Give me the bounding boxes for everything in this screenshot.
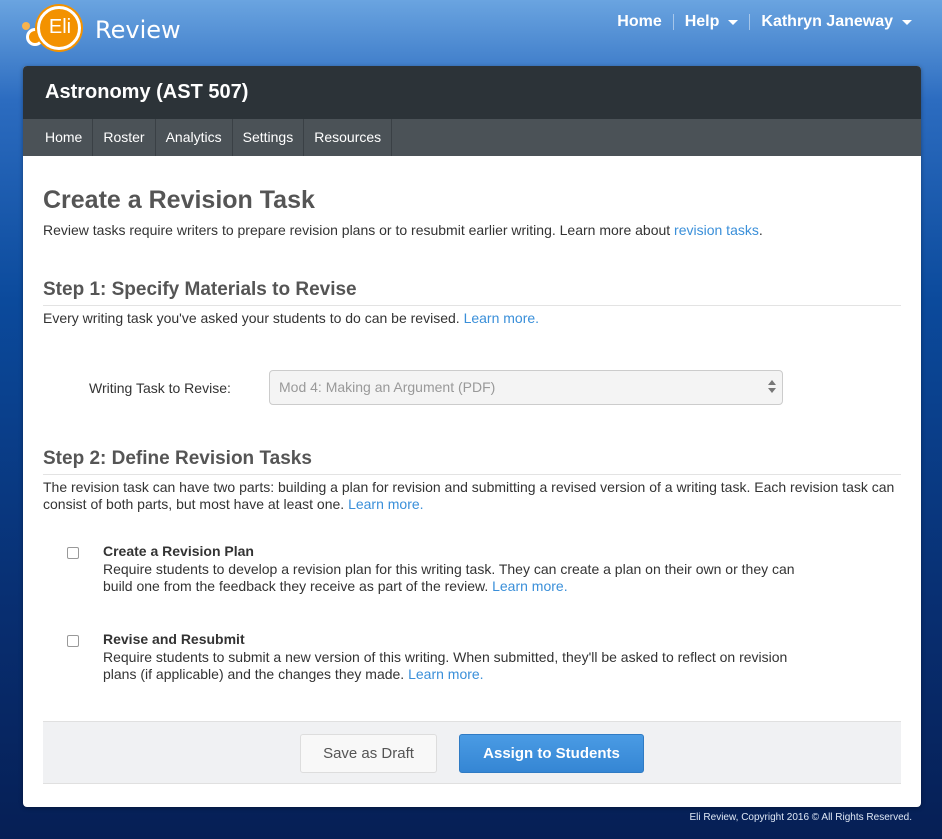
tab-home[interactable]: Home	[23, 119, 94, 156]
step2-description: The revision task can have two parts: bu…	[43, 479, 901, 513]
logo-review-text: Review	[95, 16, 181, 44]
page-intro: Review tasks require writers to prepare …	[43, 222, 763, 238]
logo-eli-text: Eli	[48, 16, 72, 38]
course-tabs: Home Roster Analytics Settings Resources	[23, 119, 921, 156]
assign-to-students-button[interactable]: Assign to Students	[459, 734, 644, 773]
revise-resubmit-learn-more-link[interactable]: Learn more.	[408, 666, 483, 682]
intro-end: .	[758, 222, 763, 238]
course-header: Astronomy (AST 507)	[23, 66, 921, 119]
intro-text: Review tasks require writers to prepare …	[43, 222, 675, 238]
step2-desc-text: The revision task can have two parts: bu…	[43, 479, 895, 512]
nav-divider	[672, 14, 674, 30]
step1-learn-more-link[interactable]: Learn more.	[464, 310, 539, 326]
nav-help-menu[interactable]: Help	[685, 13, 739, 31]
copyright-text: Eli Review, Copyright 2016 © All Rights …	[689, 812, 912, 823]
nav-user-menu[interactable]: Kathryn Janeway	[761, 13, 912, 31]
top-bar: Eli Review Home Help Kathryn Janeway	[0, 0, 942, 50]
chevron-down-icon	[728, 19, 739, 25]
eli-review-logo[interactable]: Eli Review	[22, 2, 181, 54]
nav-home-link[interactable]: Home	[617, 13, 661, 31]
top-nav: Home Help Kathryn Janeway	[617, 13, 912, 31]
main-panel: Astronomy (AST 507) Home Roster Analytic…	[23, 66, 921, 807]
writing-task-selected-value: Mod 4: Making an Argument (PDF)	[279, 379, 496, 395]
option-title: Revise and Resubmit	[103, 631, 245, 647]
tab-analytics[interactable]: Analytics	[156, 119, 233, 156]
option-title: Create a Revision Plan	[103, 543, 254, 559]
nav-user-name: Kathryn Janeway	[761, 13, 893, 30]
tab-settings[interactable]: Settings	[233, 119, 305, 156]
tab-roster[interactable]: Roster	[93, 119, 156, 156]
option-description: Require students to develop a revision p…	[103, 561, 803, 595]
revision-tasks-link[interactable]: revision tasks	[674, 222, 759, 238]
option-description: Require students to submit a new version…	[103, 649, 803, 683]
step2-learn-more-link[interactable]: Learn more.	[348, 496, 423, 512]
save-draft-button[interactable]: Save as Draft	[300, 734, 437, 773]
option-desc-text: Require students to develop a revision p…	[103, 561, 795, 594]
action-bar: Save as Draft Assign to Students	[43, 721, 901, 784]
step1-description: Every writing task you've asked your stu…	[43, 310, 539, 326]
step1-desc-text: Every writing task you've asked your stu…	[43, 310, 464, 326]
writing-task-select[interactable]: Mod 4: Making an Argument (PDF)	[269, 370, 783, 405]
nav-help-label: Help	[684, 13, 720, 30]
revision-plan-learn-more-link[interactable]: Learn more.	[492, 578, 567, 594]
chevron-down-icon	[902, 19, 912, 25]
revision-plan-checkbox[interactable]	[67, 547, 79, 559]
step1-heading: Step 1: Specify Materials to Revise	[43, 279, 901, 306]
writing-task-label: Writing Task to Revise:	[89, 380, 231, 396]
nav-divider	[749, 14, 751, 30]
revise-resubmit-checkbox[interactable]	[67, 635, 79, 647]
page-title: Create a Revision Task	[43, 186, 315, 214]
tab-resources[interactable]: Resources	[304, 119, 393, 156]
course-title: Astronomy (AST 507)	[45, 81, 249, 103]
select-arrows-icon	[768, 379, 776, 395]
step2-heading: Step 2: Define Revision Tasks	[43, 448, 901, 475]
